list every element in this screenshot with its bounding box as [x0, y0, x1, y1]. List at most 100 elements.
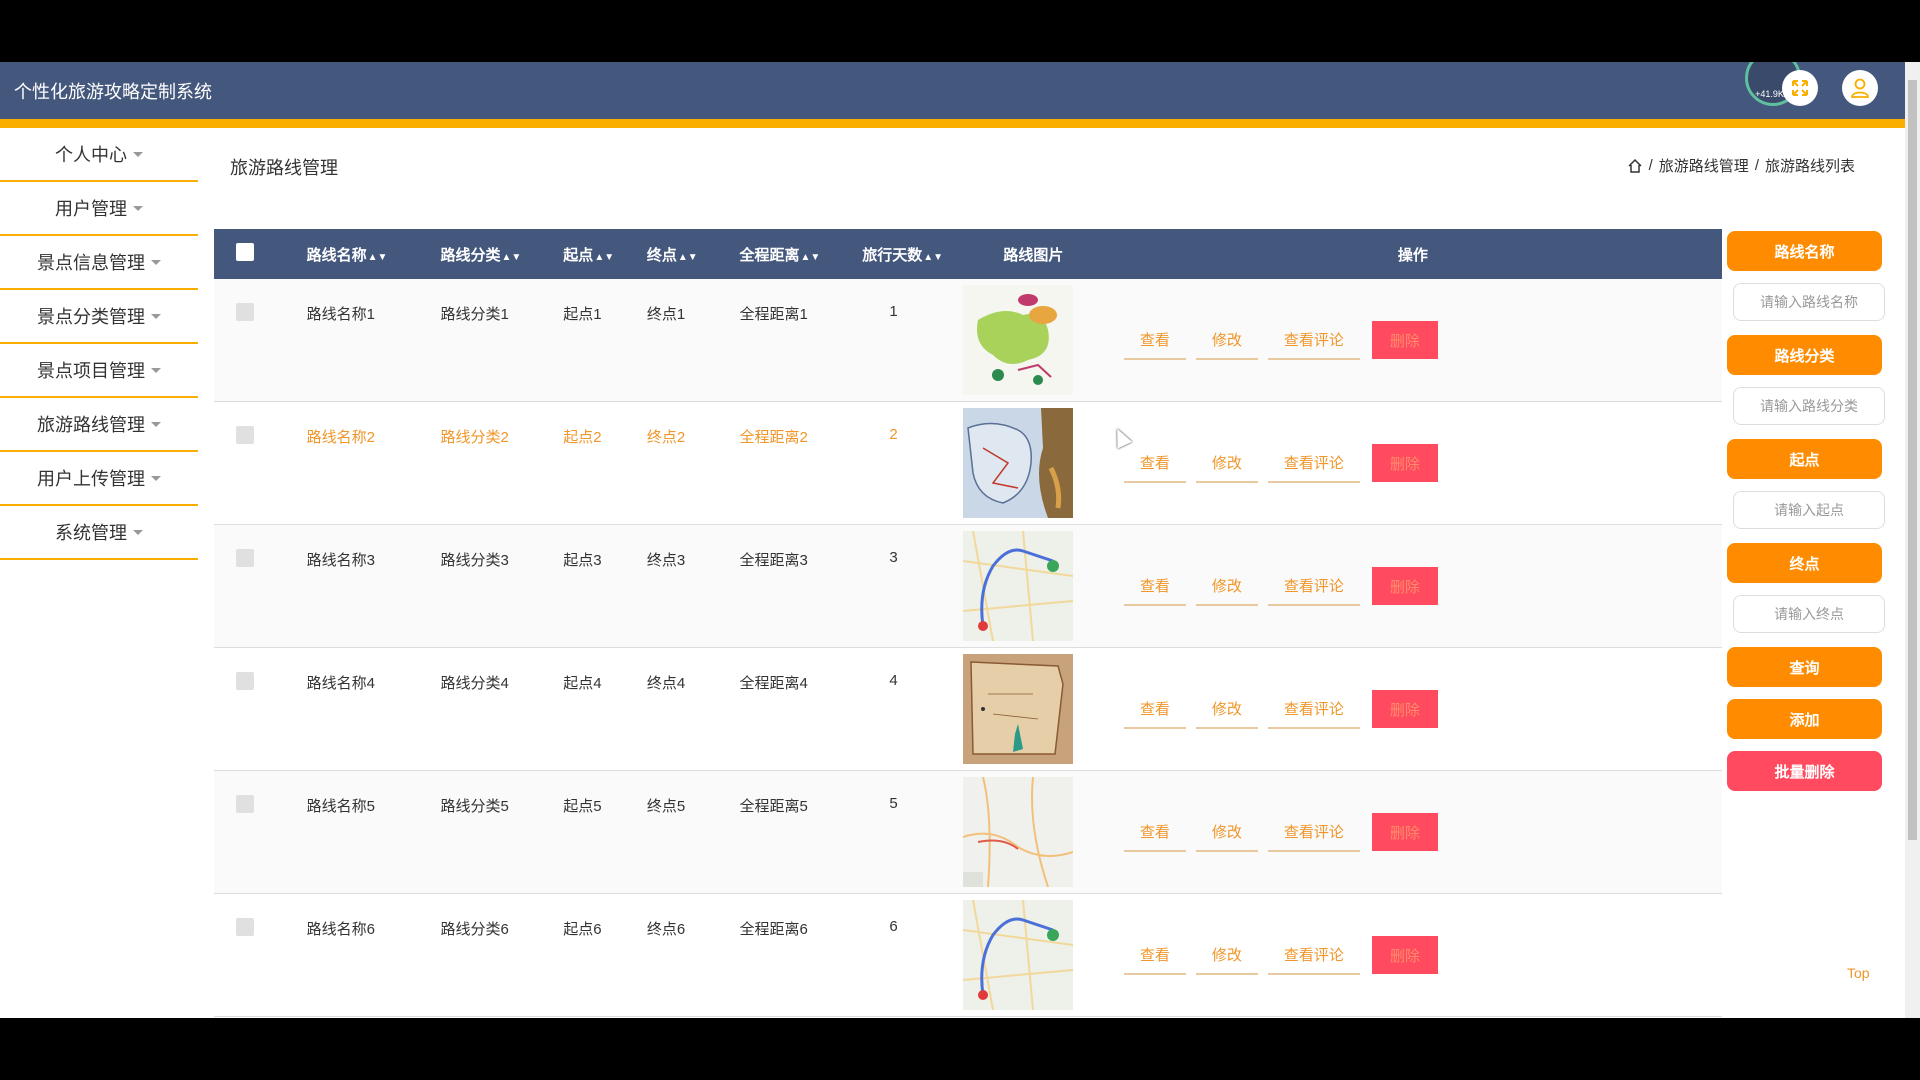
- table-row: 路线名称3 路线分类3 起点3 终点3 全程距离3 3 查看 修改 查看评论 删…: [214, 524, 1722, 648]
- route-category: 路线分类2: [440, 429, 509, 446]
- sidebar-item-personal-center[interactable]: 个人中心: [0, 128, 198, 182]
- column-header-days[interactable]: 旅行天数▲▼: [862, 229, 963, 279]
- add-button[interactable]: 添加: [1727, 699, 1882, 739]
- sort-icon: ▲▼: [594, 251, 615, 263]
- edit-button[interactable]: 修改: [1195, 813, 1258, 852]
- sidebar-item-label: 个人中心: [55, 145, 127, 165]
- view-button[interactable]: 查看: [1123, 936, 1186, 975]
- view-comments-button[interactable]: 查看评论: [1267, 690, 1360, 729]
- route-distance: 全程距离5: [739, 798, 808, 815]
- edit-button[interactable]: 修改: [1195, 567, 1258, 606]
- row-checkbox[interactable]: [236, 303, 254, 321]
- column-header-category[interactable]: 路线分类▲▼: [440, 229, 563, 279]
- end-label-button[interactable]: 终点: [1727, 543, 1882, 583]
- route-name: 路线名称6: [306, 921, 375, 938]
- route-name-input[interactable]: 请输入路线名称: [1733, 283, 1885, 321]
- scrollbar-thumb[interactable]: [1908, 80, 1917, 840]
- row-checkbox[interactable]: [236, 426, 254, 444]
- row-checkbox[interactable]: [236, 918, 254, 936]
- route-category: 路线分类5: [440, 798, 509, 815]
- delete-button[interactable]: 删除: [1371, 690, 1438, 728]
- sidebar-item-label: 系统管理: [55, 523, 127, 543]
- view-comments-button[interactable]: 查看评论: [1267, 444, 1360, 483]
- view-button[interactable]: 查看: [1123, 813, 1186, 852]
- start-label-button[interactable]: 起点: [1727, 439, 1882, 479]
- fullscreen-icon: [1792, 80, 1808, 96]
- edit-button[interactable]: 修改: [1195, 444, 1258, 483]
- table-row: 路线名称4 路线分类4 起点4 终点4 全程距离4 4 查看 修改 查看评论 删…: [214, 647, 1722, 771]
- end-input[interactable]: 请输入终点: [1733, 595, 1885, 633]
- route-name: 路线名称3: [306, 552, 375, 569]
- delete-button[interactable]: 删除: [1371, 813, 1438, 851]
- view-button[interactable]: 查看: [1123, 690, 1186, 729]
- row-checkbox[interactable]: [236, 795, 254, 813]
- row-checkbox[interactable]: [236, 549, 254, 567]
- sidebar-item-scenic-project[interactable]: 景点项目管理: [0, 344, 198, 398]
- back-to-top-link[interactable]: Top: [1847, 965, 1870, 981]
- view-button[interactable]: 查看: [1123, 321, 1186, 360]
- column-header-name[interactable]: 路线名称▲▼: [307, 229, 441, 279]
- caret-down-icon: [133, 529, 143, 535]
- caret-down-icon: [151, 367, 161, 373]
- sidebar-item-user-upload[interactable]: 用户上传管理: [0, 452, 198, 506]
- view-comments-button[interactable]: 查看评论: [1267, 813, 1360, 852]
- route-end: 终点5: [646, 798, 686, 815]
- view-comments-button[interactable]: 查看评论: [1267, 321, 1360, 360]
- accent-strip: [0, 119, 1905, 128]
- sort-icon: ▲▼: [677, 251, 698, 263]
- top-header: 个性化旅游攻略定制系统 +41.9K/s: [0, 62, 1905, 119]
- column-header-end[interactable]: 终点▲▼: [647, 229, 740, 279]
- route-days: 5: [889, 795, 898, 812]
- map-blue-thumbnail: [962, 408, 1073, 518]
- route-category-input[interactable]: 请输入路线分类: [1733, 387, 1885, 425]
- fullscreen-button[interactable]: [1782, 70, 1818, 106]
- view-button[interactable]: 查看: [1123, 567, 1186, 606]
- route-name: 路线名称5: [306, 798, 375, 815]
- batch-delete-button[interactable]: 批量删除: [1727, 751, 1882, 791]
- route-table: 路线名称▲▼ 路线分类▲▼ 起点▲▼ 终点▲▼ 全程距离▲▼ 旅行天数▲▼ 路线…: [214, 229, 1722, 1017]
- route-start: 起点5: [563, 798, 602, 815]
- edit-button[interactable]: 修改: [1195, 690, 1258, 729]
- route-name: 路线名称1: [306, 306, 375, 323]
- table-row: 路线名称5 路线分类5 起点5 终点5 全程距离5 5 查看 修改 查看评论 删…: [214, 770, 1722, 894]
- route-end: 终点6: [646, 921, 686, 938]
- edit-button[interactable]: 修改: [1195, 321, 1258, 360]
- breadcrumb-route-list: 旅游路线列表: [1764, 158, 1855, 175]
- route-end: 终点2: [646, 429, 686, 446]
- app-title: 个性化旅游攻略定制系统: [14, 82, 212, 102]
- route-distance: 全程距离6: [739, 921, 808, 938]
- sidebar-item-scenic-category[interactable]: 景点分类管理: [0, 290, 198, 344]
- route-name-label-button[interactable]: 路线名称: [1727, 231, 1882, 271]
- sidebar-item-system[interactable]: 系统管理: [0, 506, 198, 560]
- delete-button[interactable]: 删除: [1371, 567, 1438, 605]
- column-header-distance[interactable]: 全程距离▲▼: [739, 229, 862, 279]
- road-map-thumbnail: [962, 777, 1073, 887]
- scrollbar[interactable]: [1905, 62, 1920, 1018]
- route-map-thumbnail: [962, 900, 1073, 1010]
- column-header-start[interactable]: 起点▲▼: [563, 229, 647, 279]
- edit-button[interactable]: 修改: [1195, 936, 1258, 975]
- view-button[interactable]: 查看: [1123, 444, 1186, 483]
- route-end: 终点1: [646, 306, 686, 323]
- user-avatar-button[interactable]: [1842, 70, 1878, 106]
- delete-button[interactable]: 删除: [1371, 936, 1438, 974]
- sidebar-item-user-management[interactable]: 用户管理: [0, 182, 198, 236]
- sidebar-item-label: 景点信息管理: [37, 253, 145, 273]
- sidebar-item-travel-route[interactable]: 旅游路线管理: [0, 398, 198, 452]
- route-days: 1: [889, 303, 898, 320]
- route-category-label-button[interactable]: 路线分类: [1727, 335, 1882, 375]
- breadcrumb-route-management[interactable]: 旅游路线管理: [1659, 155, 1749, 176]
- delete-button[interactable]: 删除: [1371, 444, 1438, 482]
- home-icon[interactable]: [1627, 158, 1643, 174]
- delete-button[interactable]: 删除: [1371, 321, 1438, 359]
- caret-down-icon: [133, 205, 143, 211]
- query-button[interactable]: 查询: [1727, 647, 1882, 687]
- row-checkbox[interactable]: [236, 672, 254, 690]
- view-comments-button[interactable]: 查看评论: [1267, 567, 1360, 606]
- sidebar-item-scenic-info[interactable]: 景点信息管理: [0, 236, 198, 290]
- start-input[interactable]: 请输入起点: [1733, 491, 1885, 529]
- view-comments-button[interactable]: 查看评论: [1267, 936, 1360, 975]
- select-all-checkbox[interactable]: [236, 243, 254, 261]
- route-category: 路线分类6: [440, 921, 509, 938]
- sidebar-item-label: 用户管理: [55, 199, 127, 219]
